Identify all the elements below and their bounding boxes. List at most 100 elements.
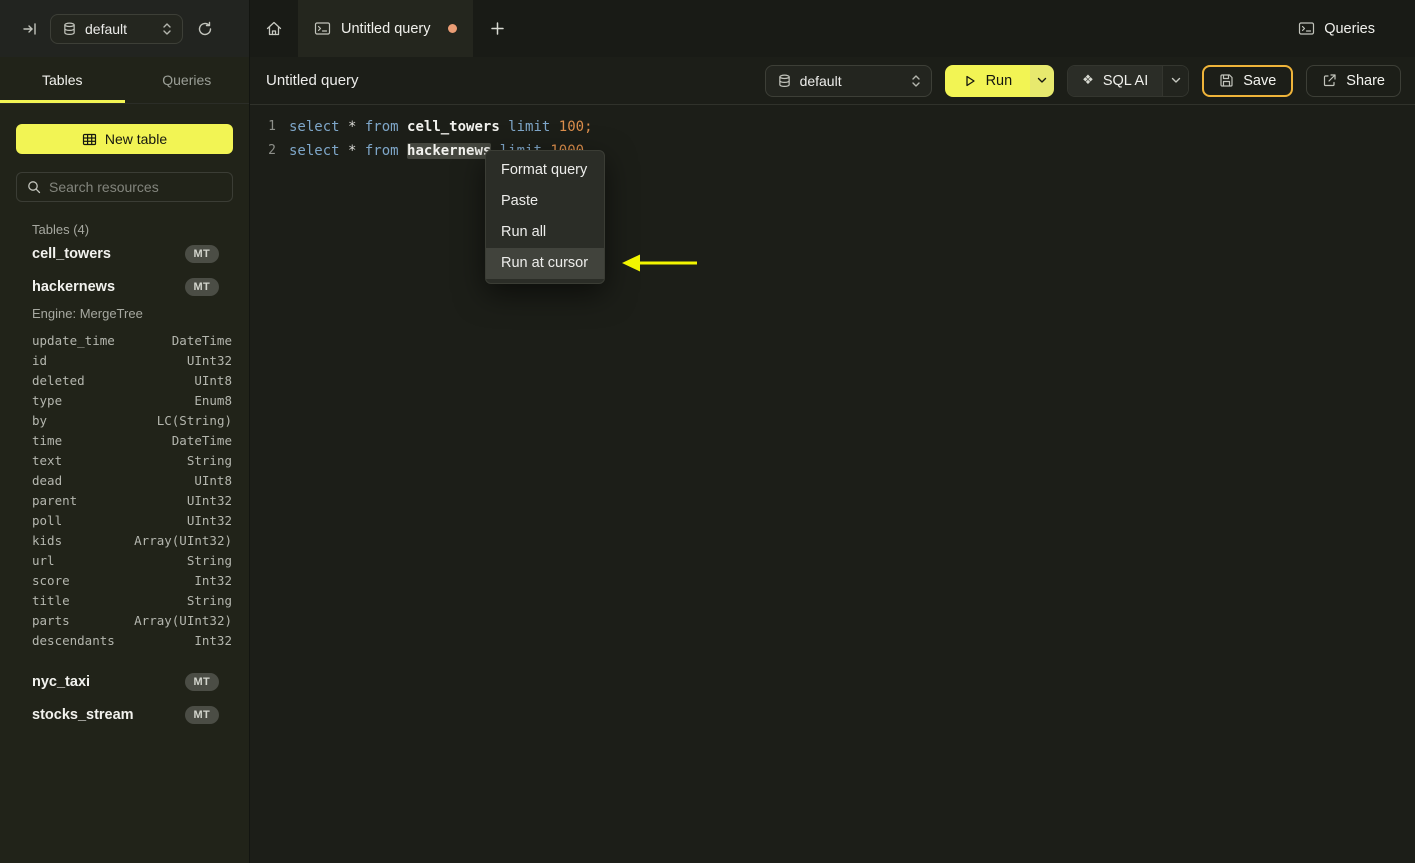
collapse-sidebar-icon[interactable] bbox=[22, 21, 38, 37]
column-name: deleted bbox=[32, 373, 85, 388]
sidebar-tab-queries[interactable]: Queries bbox=[125, 57, 250, 103]
token-semicolon: ; bbox=[584, 119, 593, 135]
sidebar-tab-tables[interactable]: Tables bbox=[0, 57, 125, 103]
token-table-name: cell_towers bbox=[407, 119, 500, 135]
sql-ai-button[interactable]: ❖ SQL AI bbox=[1068, 65, 1163, 96]
column-name: text bbox=[32, 453, 63, 468]
code-line-2: 2 select * from hackernews limit 1000 bbox=[250, 139, 1415, 163]
table-name: cell_towers bbox=[32, 245, 111, 262]
run-button-group: Run bbox=[944, 64, 1055, 97]
column-row: by LC(String) bbox=[0, 411, 249, 431]
run-button-label: Run bbox=[985, 72, 1013, 89]
column-type: UInt8 bbox=[194, 473, 232, 488]
engine-badge: MT bbox=[184, 244, 219, 263]
table-row-stocks-stream[interactable]: stocks_stream MT bbox=[0, 698, 249, 731]
refresh-icon[interactable] bbox=[197, 21, 213, 37]
menu-item-run-at-cursor[interactable]: Run at cursor bbox=[486, 248, 604, 279]
database-selector-value: default bbox=[85, 20, 128, 37]
column-type: Enum8 bbox=[194, 393, 232, 408]
table-row-hackernews[interactable]: hackernews MT bbox=[0, 270, 249, 303]
token-star: * bbox=[348, 119, 365, 135]
engine-badge: MT bbox=[184, 277, 219, 296]
token-keyword: from bbox=[364, 143, 408, 159]
database-selector[interactable]: default bbox=[50, 13, 183, 44]
table-row-nyc-taxi[interactable]: nyc_taxi MT bbox=[0, 665, 249, 698]
column-row: dead UInt8 bbox=[0, 471, 249, 491]
engine-badge: MT bbox=[184, 705, 219, 724]
play-icon bbox=[963, 74, 977, 88]
column-name: score bbox=[32, 573, 70, 588]
share-button[interactable]: Share bbox=[1306, 64, 1401, 97]
column-type: Int32 bbox=[194, 633, 232, 648]
tab-label: Untitled query bbox=[341, 20, 431, 37]
token-number: 100 bbox=[558, 119, 585, 135]
token-keyword: limit bbox=[499, 119, 559, 135]
menu-item-paste[interactable]: Paste bbox=[486, 186, 604, 217]
run-button[interactable]: Run bbox=[944, 64, 1031, 97]
database-icon bbox=[63, 22, 76, 36]
column-name: parts bbox=[32, 613, 70, 628]
app-window: default Untitled query Queries Tables Qu… bbox=[0, 0, 1415, 863]
search-box bbox=[16, 172, 233, 202]
chevron-updown-icon bbox=[162, 22, 172, 36]
column-type: LC(String) bbox=[156, 413, 232, 428]
menu-item-format-query[interactable]: Format query bbox=[486, 155, 604, 186]
queries-icon bbox=[1298, 20, 1315, 37]
line-number: 2 bbox=[268, 143, 276, 158]
token-star: * bbox=[348, 143, 365, 159]
column-row: parent UInt32 bbox=[0, 491, 249, 511]
new-table-label: New table bbox=[104, 131, 168, 147]
tables-list: Tables (4) cell_towers MT hackernews MT … bbox=[0, 202, 249, 731]
sql-editor[interactable]: 1 select * from cell_towers limit 100; 2… bbox=[250, 105, 1415, 863]
external-link-icon bbox=[1322, 73, 1337, 88]
menu-item-run-all[interactable]: Run all bbox=[486, 217, 604, 248]
column-row: id UInt32 bbox=[0, 351, 249, 371]
sql-ai-label: SQL AI bbox=[1102, 72, 1149, 89]
column-type: UInt32 bbox=[186, 493, 232, 508]
column-type: String bbox=[186, 593, 232, 608]
column-type: String bbox=[186, 453, 232, 468]
column-row: poll UInt32 bbox=[0, 511, 249, 531]
hackernews-columns: update_time DateTime id UInt32 deleted U… bbox=[0, 327, 249, 657]
queries-button-label: Queries bbox=[1324, 20, 1375, 37]
column-type: DateTime bbox=[171, 333, 232, 348]
column-type: UInt8 bbox=[194, 373, 232, 388]
column-row: kids Array(UInt32) bbox=[0, 531, 249, 551]
tab-untitled-query[interactable]: Untitled query bbox=[298, 0, 474, 57]
table-row-cell-towers[interactable]: cell_towers MT bbox=[0, 237, 249, 270]
column-row: text String bbox=[0, 451, 249, 471]
top-bar: default Untitled query Queries bbox=[0, 0, 1415, 57]
column-type: Array(UInt32) bbox=[134, 533, 232, 548]
column-name: update_time bbox=[32, 333, 115, 348]
engine-label: Engine: MergeTree bbox=[32, 306, 143, 321]
home-icon[interactable] bbox=[250, 0, 298, 57]
top-bar-main: Untitled query Queries bbox=[250, 0, 1415, 57]
editor-context-menu: Format query Paste Run all Run at cursor bbox=[485, 150, 605, 284]
tables-section-label: Tables (4) bbox=[32, 222, 90, 237]
column-row: title String bbox=[0, 591, 249, 611]
table-name: hackernews bbox=[32, 278, 116, 295]
column-name: time bbox=[32, 433, 63, 448]
search-input[interactable] bbox=[49, 179, 222, 195]
column-row: url String bbox=[0, 551, 249, 571]
engine-badge: MT bbox=[184, 672, 219, 691]
new-tab-plus-icon[interactable] bbox=[473, 0, 521, 57]
column-row: parts Array(UInt32) bbox=[0, 611, 249, 631]
unsaved-dot bbox=[448, 24, 458, 33]
column-type: UInt32 bbox=[186, 513, 232, 528]
column-name: kids bbox=[32, 533, 63, 548]
run-options-chevron[interactable] bbox=[1030, 64, 1055, 97]
column-row: deleted UInt8 bbox=[0, 371, 249, 391]
sql-ai-options-chevron[interactable] bbox=[1162, 65, 1189, 96]
new-table-button[interactable]: New table bbox=[16, 124, 233, 154]
chevron-updown-icon bbox=[911, 74, 921, 88]
toolbar-database-selector[interactable]: default bbox=[764, 64, 932, 97]
search-icon bbox=[27, 180, 41, 194]
column-row: type Enum8 bbox=[0, 391, 249, 411]
queries-button[interactable]: Queries bbox=[1298, 0, 1415, 57]
column-type: DateTime bbox=[171, 433, 232, 448]
token-keyword: select bbox=[289, 143, 349, 159]
main-panel: Untitled query default Run ❖ SQL AI Save… bbox=[250, 57, 1415, 863]
save-button[interactable]: Save bbox=[1202, 64, 1294, 97]
table-name: nyc_taxi bbox=[32, 673, 91, 690]
